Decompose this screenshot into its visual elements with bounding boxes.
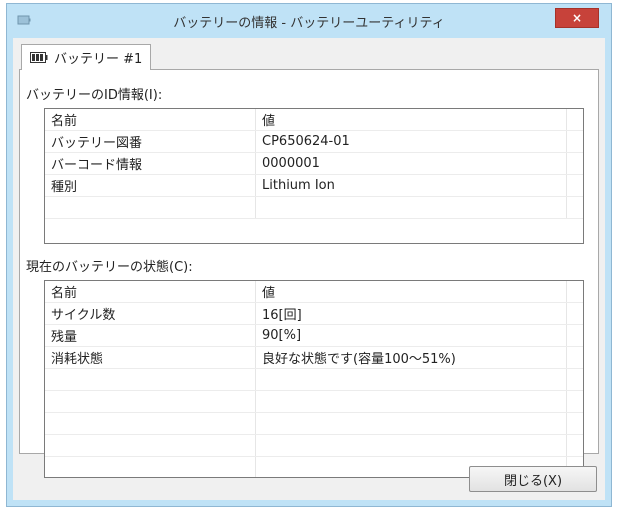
battery-info-window: バッテリーの情報 - バッテリーユーティリティ × バッテリー #1 バッテリー… xyxy=(6,3,612,507)
list-item-empty xyxy=(45,434,583,457)
list-item[interactable]: バーコード情報 0000001 xyxy=(45,152,583,175)
item-value: Lithium Ion xyxy=(255,174,567,197)
item-value: CP650624-01 xyxy=(255,130,567,153)
list-item[interactable]: 残量 90[%] xyxy=(45,324,583,347)
id-section-label: バッテリーのID情報(I): xyxy=(26,88,163,103)
window-title: バッテリーの情報 - バッテリーユーティリティ xyxy=(173,16,445,31)
item-value: 良好な状態です(容量100～51%) xyxy=(255,346,567,369)
item-value: 16[回] xyxy=(255,302,567,325)
column-header-value[interactable]: 値 xyxy=(255,109,567,131)
id-info-list[interactable]: 名前 値 バッテリー図番 CP650624-01 バーコード情報 0000001 xyxy=(44,108,584,244)
list-item-empty xyxy=(45,390,583,413)
tab-label: バッテリー #1 xyxy=(54,52,143,67)
tab-battery-1[interactable]: バッテリー #1 xyxy=(21,44,151,70)
list-header-row: 名前 値 xyxy=(45,109,583,131)
column-header-name[interactable]: 名前 xyxy=(45,109,256,131)
dialog-client-area: バッテリー #1 バッテリーのID情報(I): 名前 値 バッテリー図番 CP6… xyxy=(13,38,605,500)
list-item[interactable]: バッテリー図番 CP650624-01 xyxy=(45,130,583,153)
list-item[interactable]: 種別 Lithium Ion xyxy=(45,174,583,197)
tab-panel: バッテリーのID情報(I): 名前 値 バッテリー図番 CP650624-01 … xyxy=(19,69,599,478)
column-header-empty xyxy=(566,109,583,131)
item-name: サイクル数 xyxy=(45,302,256,325)
item-name: バッテリー図番 xyxy=(45,130,256,153)
status-section-label: 現在のバッテリーの状態(C): xyxy=(26,260,193,275)
list-item[interactable]: サイクル数 16[回] xyxy=(45,302,583,325)
column-header-name[interactable]: 名前 xyxy=(45,281,256,303)
item-name: 残量 xyxy=(45,324,256,347)
list-item-empty xyxy=(45,412,583,435)
close-icon: × xyxy=(571,11,583,25)
list-item[interactable]: 消耗状態 良好な状態です(容量100～51%) xyxy=(45,346,583,369)
status-info-list[interactable]: 名前 値 サイクル数 16[回] 残量 90[%] 消耗状態 良好な状態です(容… xyxy=(44,280,584,478)
item-value: 90[%] xyxy=(255,324,567,347)
item-name: 消耗状態 xyxy=(45,346,256,369)
item-name: 種別 xyxy=(45,174,256,197)
column-header-empty xyxy=(566,281,583,303)
window-close-button[interactable]: × xyxy=(555,8,599,28)
battery-icon xyxy=(30,52,48,63)
item-value: 0000001 xyxy=(255,152,567,175)
title-bar[interactable]: バッテリーの情報 - バッテリーユーティリティ × xyxy=(7,4,611,38)
list-item-empty xyxy=(45,368,583,391)
list-header-row: 名前 値 xyxy=(45,281,583,303)
item-name: バーコード情報 xyxy=(45,152,256,175)
list-item-empty xyxy=(45,196,583,219)
close-dialog-button[interactable]: 閉じる(X) xyxy=(469,466,597,492)
column-header-value[interactable]: 値 xyxy=(255,281,567,303)
